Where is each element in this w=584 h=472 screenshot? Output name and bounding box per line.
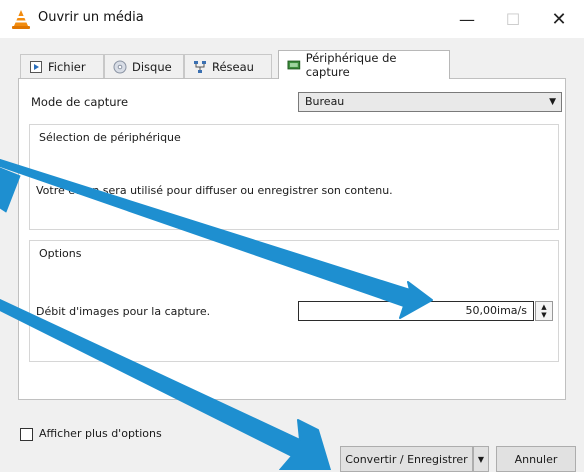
capture-mode-value: Bureau [305,95,345,108]
frame-rate-input[interactable]: 50,00ima/s [298,301,534,321]
capture-mode-label: Mode de capture [31,95,129,109]
convert-dropdown-button[interactable]: ▼ [473,446,489,472]
tab-label: Fichier [48,59,86,74]
tab-label: Réseau [212,59,254,74]
cancel-button[interactable]: Annuler [496,446,576,472]
frame-rate-spinner[interactable]: ▲ ▼ [535,301,553,321]
minimize-button[interactable]: — [444,0,490,38]
convert-save-button[interactable]: Convertir / Enregistrer [340,446,473,472]
capture-mode-select[interactable]: Bureau ▼ [298,92,562,112]
more-options-label: Afficher plus d'options [39,427,162,440]
tab-fichier[interactable]: Fichier [20,54,104,78]
chevron-down-icon: ▼ [549,97,556,107]
tab-disque[interactable]: Disque [104,54,184,78]
device-selection-title: Sélection de périphérique [36,131,184,144]
tab-peripherique-de-capture[interactable]: Périphérique de capture [278,50,450,79]
disc-icon [113,60,127,73]
capture-device-icon [287,60,301,70]
spin-down-icon[interactable]: ▼ [541,311,546,319]
file-icon [30,60,42,73]
tab-label: Disque [132,59,172,74]
spin-up-icon[interactable]: ▲ [541,303,546,311]
frame-rate-label: Débit d'images pour la capture. [36,305,211,318]
network-icon [194,60,206,73]
more-options-checkbox[interactable] [20,428,33,441]
device-description: Votre écran sera utilisé pour diffuser o… [36,184,393,197]
vlc-cone-icon [12,10,30,29]
tab-label: Périphérique de capture [305,51,397,79]
maximize-button[interactable]: ☐ [490,0,536,38]
options-title: Options [36,247,85,260]
arrow-to-frame-rate-tail [0,167,21,213]
tab-reseau[interactable]: Réseau [184,54,272,78]
close-button[interactable]: ✕ [536,0,582,38]
window-title: Ouvrir un média [38,10,144,25]
chevron-down-icon: ▼ [477,454,485,464]
